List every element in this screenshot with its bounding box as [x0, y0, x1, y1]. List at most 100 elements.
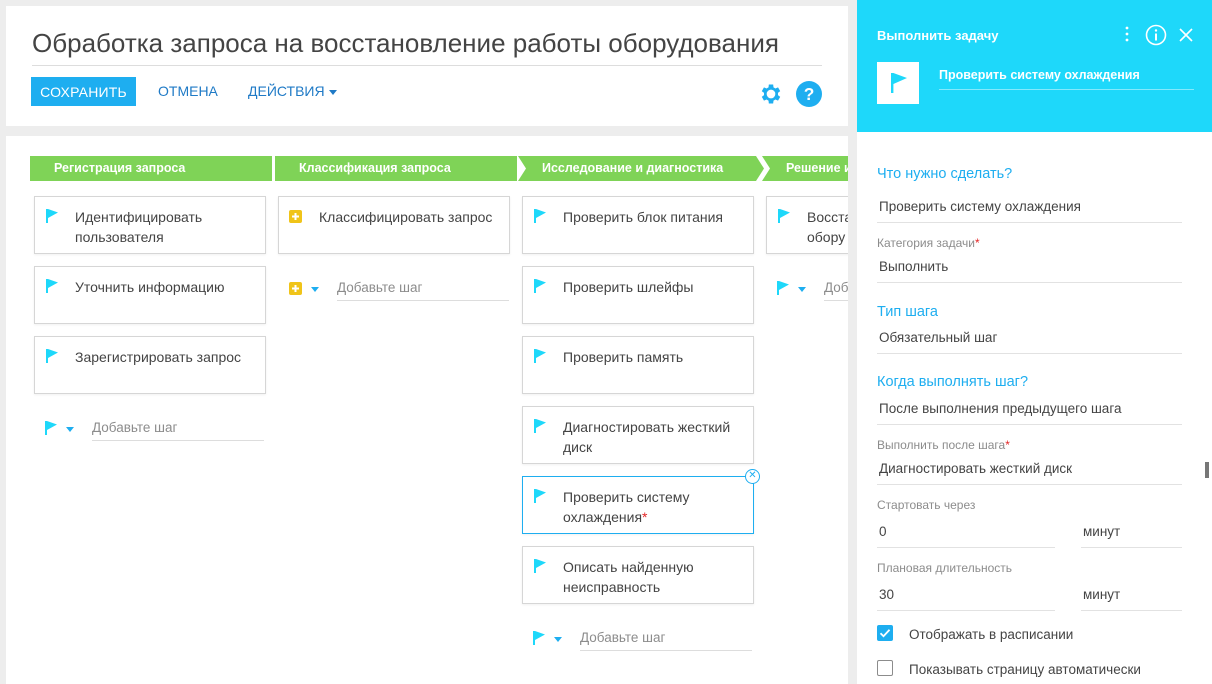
- step-type-field[interactable]: Обязательный шаг: [877, 330, 1182, 354]
- task-label: Проверить память: [563, 349, 684, 365]
- task-card[interactable]: Проверить шлейфы: [522, 266, 754, 324]
- after-step-field[interactable]: Диагностировать жесткий диск: [877, 461, 1182, 485]
- flag-icon: [534, 419, 546, 433]
- task-label: Проверить систему охлаждения*: [563, 487, 745, 527]
- task-label: Восста обору: [807, 209, 848, 245]
- task-card[interactable]: Уточнить информацию: [34, 266, 266, 324]
- panel-scrollbar[interactable]: [1205, 462, 1209, 478]
- flag-icon: [778, 209, 790, 223]
- duration-unit[interactable]: минут: [1081, 587, 1182, 611]
- chevron-down-icon: [328, 89, 337, 95]
- task-card[interactable]: Проверить блок питания: [522, 196, 754, 254]
- flag-icon: [46, 279, 58, 293]
- category-field[interactable]: Выполнить: [877, 259, 1182, 283]
- what-heading: Что нужно сделать?: [877, 166, 1013, 182]
- after-step-label: Выполнить после шага*: [877, 438, 1010, 452]
- flag-icon[interactable]: [44, 421, 58, 435]
- cancel-button[interactable]: ОТМЕНА: [158, 77, 218, 106]
- task-card-selected[interactable]: Проверить систему охлаждения* ✕: [522, 469, 760, 534]
- chevron-down-icon[interactable]: [66, 427, 74, 432]
- task-card[interactable]: Классифицировать запрос: [278, 196, 510, 254]
- task-card[interactable]: Проверить память: [522, 336, 754, 394]
- start-after-label: Стартовать через: [877, 498, 976, 512]
- add-step-input[interactable]: Добавьте шаг: [580, 625, 752, 651]
- start-after-field[interactable]: 0: [877, 524, 1055, 548]
- stage-classification[interactable]: Классификация запроса: [275, 156, 517, 181]
- panel-header: Выполнить задачу Проверить систему охлаж…: [857, 0, 1212, 132]
- add-step-control[interactable]: Добавьте шаг: [44, 415, 268, 441]
- when-field[interactable]: После выполнения предыдущего шага: [877, 401, 1182, 425]
- flag-icon[interactable]: [532, 631, 546, 645]
- add-step-control[interactable]: Доб: [776, 275, 848, 301]
- task-label: Уточнить информацию: [75, 279, 225, 295]
- stage-resolution[interactable]: Решение и: [762, 156, 848, 181]
- duration-label: Плановая длительность: [877, 561, 1012, 575]
- task-label: Описать найденную неисправность: [563, 559, 694, 595]
- task-label: Идентифицировать пользователя: [75, 209, 203, 245]
- task-label: Проверить шлейфы: [563, 279, 694, 295]
- task-card[interactable]: Диагностировать жесткий диск: [522, 406, 754, 464]
- show-page-checkbox[interactable]: [877, 660, 893, 676]
- svg-text:?: ?: [804, 84, 815, 104]
- flag-icon: [46, 209, 58, 223]
- flag-icon: [534, 489, 546, 503]
- chevron-down-icon[interactable]: [554, 637, 562, 642]
- start-after-unit[interactable]: минут: [1081, 524, 1182, 548]
- add-step-input[interactable]: Доб: [824, 275, 848, 301]
- plus-square-icon[interactable]: [289, 282, 302, 295]
- task-label: Проверить блок питания: [563, 209, 723, 225]
- required-mark: *: [1005, 438, 1010, 452]
- category-label-text: Категория задачи: [877, 236, 975, 250]
- info-icon[interactable]: [1145, 24, 1167, 46]
- add-step-control[interactable]: Добавьте шаг: [532, 625, 756, 651]
- plus-square-icon: [289, 210, 302, 223]
- task-label: Зарегистрировать запрос: [75, 349, 242, 365]
- save-button[interactable]: СОХРАНИТЬ: [31, 77, 136, 106]
- task-card[interactable]: Описать найденную неисправность: [522, 546, 754, 604]
- task-label: Классифицировать запрос: [319, 209, 493, 225]
- flag-icon: [534, 209, 546, 223]
- help-icon[interactable]: ?: [796, 81, 822, 107]
- add-step-control[interactable]: Добавьте шаг: [289, 275, 513, 301]
- add-step-input[interactable]: Добавьте шаг: [337, 275, 509, 301]
- stage-diagnostics[interactable]: Исследование и диагностика: [518, 156, 764, 181]
- task-card[interactable]: Идентифицировать пользователя: [34, 196, 266, 254]
- task-card[interactable]: Зарегистрировать запрос: [34, 336, 266, 394]
- panel-title: Выполнить задачу: [877, 28, 999, 43]
- flag-icon: [534, 279, 546, 293]
- show-schedule-checkbox[interactable]: [877, 625, 893, 641]
- flag-icon: [534, 559, 546, 573]
- show-page-label: Показывать страницу автоматически: [909, 662, 1141, 677]
- task-details-panel: Выполнить задачу Проверить систему охлаж…: [857, 0, 1212, 684]
- close-icon[interactable]: [1178, 27, 1194, 43]
- when-heading: Когда выполнять шаг?: [877, 374, 1029, 390]
- more-vertical-icon[interactable]: [1120, 25, 1134, 43]
- actions-label: ДЕЙСТВИЯ: [248, 83, 325, 99]
- case-stages-board: Регистрация запроса Классификация запрос…: [6, 136, 848, 684]
- panel-task-name[interactable]: Проверить систему охлаждения: [939, 68, 1194, 90]
- task-card[interactable]: Восста обору: [766, 196, 848, 254]
- step-type-heading: Тип шага: [877, 304, 938, 320]
- flag-icon: [891, 73, 907, 93]
- gear-icon[interactable]: [758, 81, 784, 107]
- what-field[interactable]: Проверить систему охлаждения: [877, 199, 1182, 223]
- task-label: Диагностировать жесткий диск: [563, 419, 731, 455]
- chevron-down-icon[interactable]: [311, 287, 319, 292]
- task-type-badge: [877, 62, 919, 104]
- after-step-label-text: Выполнить после шага: [877, 438, 1006, 452]
- category-label: Категория задачи*: [877, 236, 980, 250]
- chevron-down-icon[interactable]: [798, 287, 806, 292]
- actions-dropdown[interactable]: ДЕЙСТВИЯ: [248, 77, 337, 106]
- header-card: Обработка запроса на восстановление рабо…: [6, 6, 848, 126]
- flag-icon[interactable]: [776, 281, 790, 295]
- flag-icon: [534, 349, 546, 363]
- duration-field[interactable]: 30: [877, 587, 1055, 611]
- close-icon[interactable]: ✕: [745, 469, 760, 484]
- stage-registration[interactable]: Регистрация запроса: [30, 156, 272, 181]
- stage-bar: Регистрация запроса Классификация запрос…: [6, 156, 848, 181]
- task-label-text: Проверить систему охлаждения: [563, 489, 690, 525]
- flag-icon: [46, 349, 58, 363]
- required-mark: *: [974, 236, 980, 250]
- page-title: Обработка запроса на восстановление рабо…: [32, 28, 822, 66]
- add-step-input[interactable]: Добавьте шаг: [92, 415, 264, 441]
